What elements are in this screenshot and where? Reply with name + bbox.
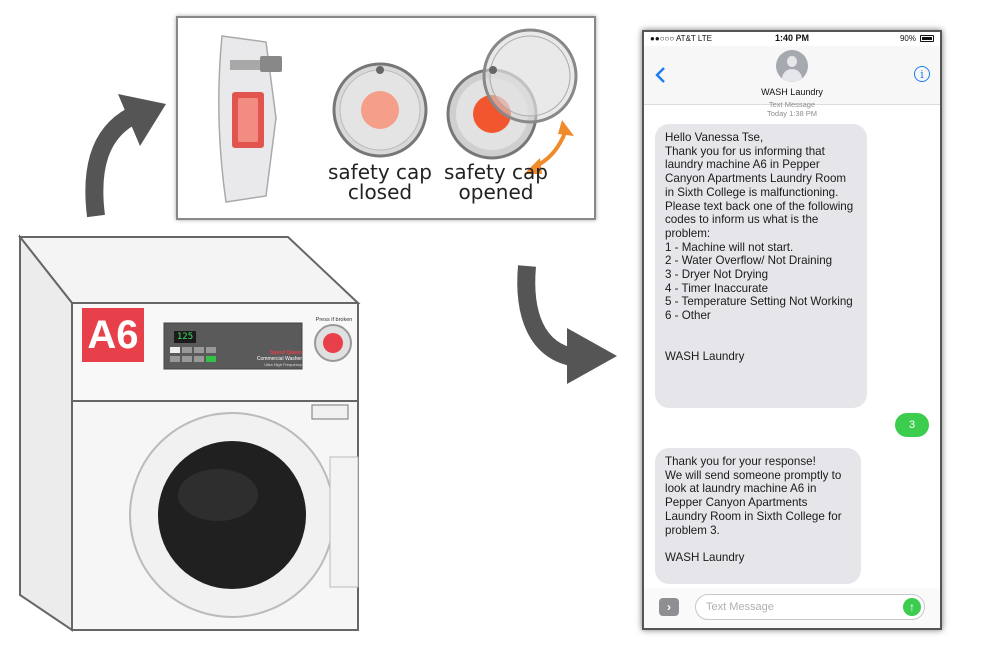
message-bubble-incoming: Hello Vanessa Tse, Thank you for us info…	[655, 124, 867, 408]
back-chevron-icon[interactable]	[654, 66, 666, 84]
cap-closed-label: safety cap closed	[320, 162, 440, 202]
contact-avatar-icon[interactable]	[776, 50, 808, 82]
phone-screen: ●●○○○ AT&T LTE 1:40 PM 90% WASH Laundry …	[642, 30, 942, 630]
conversation-header: WASH Laundry i	[644, 46, 940, 105]
cap-closed-line1: safety cap	[327, 160, 432, 184]
clock-label: 1:40 PM	[774, 33, 809, 43]
app-drawer-icon[interactable]: ›	[659, 598, 679, 616]
press-if-broken-button[interactable]	[315, 325, 351, 361]
message-input[interactable]: Text Message ↑	[695, 594, 925, 620]
message-input-placeholder: Text Message	[706, 601, 774, 613]
battery-icon	[920, 35, 934, 42]
message-bubble-incoming: Thank you for your response! We will sen…	[655, 448, 861, 584]
machine-label: A6	[82, 308, 144, 362]
cap-opened-label: safety cap opened	[436, 162, 556, 202]
curved-arrow-icon	[85, 94, 166, 218]
message-text: Hello Vanessa Tse, Thank you for us info…	[665, 131, 854, 364]
battery-label: 90%	[899, 34, 916, 43]
message-bubble-outgoing: 3	[895, 413, 929, 437]
message-composer: › Text Message ↑	[644, 588, 940, 628]
contact-name[interactable]: WASH Laundry	[644, 87, 940, 97]
status-bar: ●●○○○ AT&T LTE 1:40 PM 90%	[644, 32, 940, 46]
message-text: Thank you for your response! We will sen…	[665, 455, 842, 564]
curved-arrow-icon	[517, 265, 617, 384]
safety-cap-diagram: safety cap closed safety cap opened	[176, 16, 596, 220]
info-icon[interactable]: i	[914, 66, 930, 82]
cap-opened-line1: safety cap	[443, 160, 548, 184]
timestamp-time: Today 1:38 PM	[766, 109, 818, 118]
timestamp-label: Text Message	[768, 100, 816, 109]
send-arrow-icon[interactable]: ↑	[903, 598, 921, 616]
cap-opened-line2: opened	[458, 180, 534, 204]
message-timestamp: Text Message Today 1:38 PM	[644, 100, 940, 118]
washer-display: 125	[176, 332, 194, 342]
washer-body	[17, 234, 361, 632]
washing-machine: A6 125 Press if broken Speed Queen Comme…	[0, 225, 380, 645]
sub-model-label: Ultra High Frequency	[264, 362, 302, 367]
press-if-broken-label: Press if broken	[315, 317, 353, 323]
cap-closed-line2: closed	[347, 180, 413, 204]
